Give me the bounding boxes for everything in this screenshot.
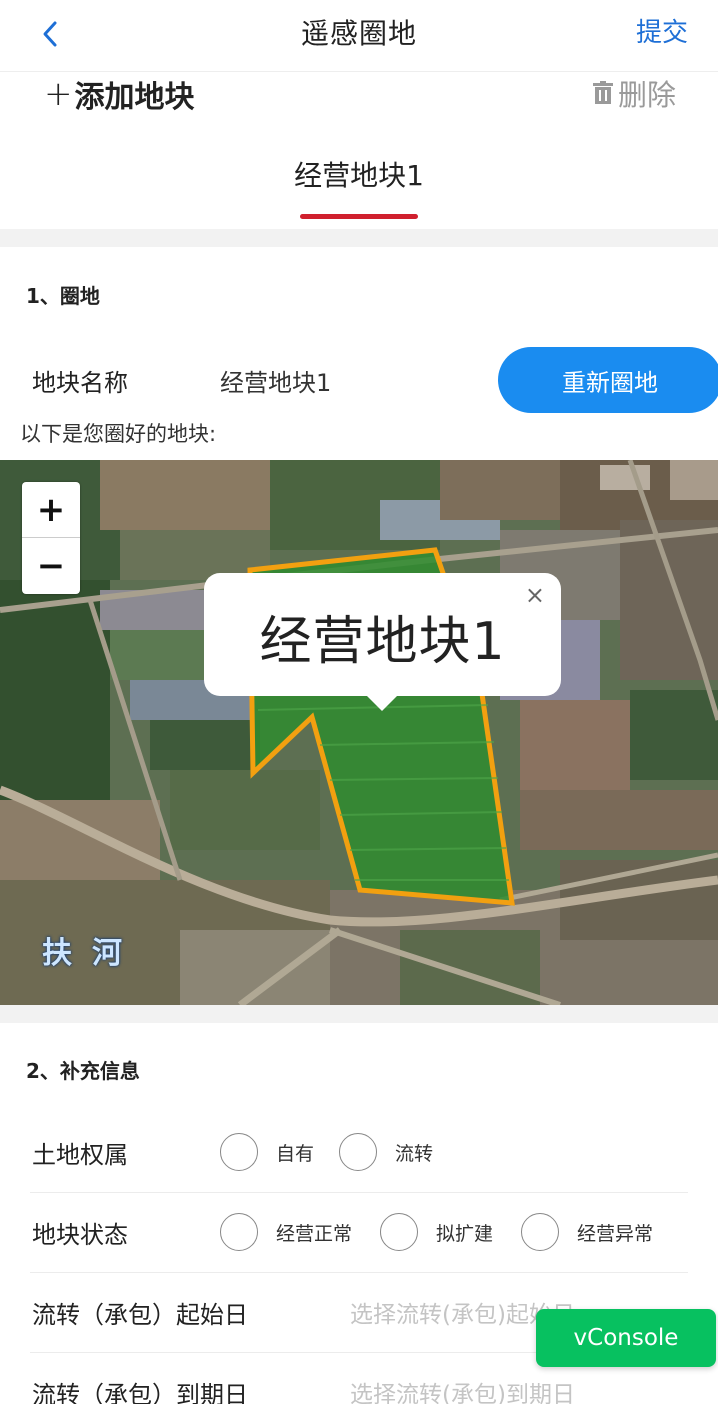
radio-icon[interactable] — [220, 1133, 258, 1171]
plot-actions: + 添加地块 删除 — [0, 72, 718, 132]
plot-name-value: 经营地块1 — [220, 369, 332, 397]
ownership-row: 土地权属 自有 流转 — [30, 1113, 688, 1193]
end-date-picker[interactable]: 选择流转(承包)到期日 — [350, 1375, 575, 1404]
status-option-abnormal[interactable]: 经营异常 — [521, 1213, 653, 1251]
add-plot-button[interactable]: + 添加地块 — [44, 72, 195, 116]
ownership-option-own[interactable]: 自有 — [220, 1133, 314, 1171]
river-label: 扶河 — [42, 936, 142, 971]
radio-label: 流转 — [395, 1142, 434, 1165]
trash-icon — [592, 81, 613, 104]
section-divider — [0, 229, 718, 247]
page-title: 遥感圈地 — [300, 17, 417, 50]
nav-bar: 遥感圈地 提交 — [0, 0, 718, 72]
ownership-label: 土地权属 — [32, 1141, 128, 1169]
popup-plot-name: 经营地块1 — [259, 612, 506, 672]
status-option-expand[interactable]: 拟扩建 — [380, 1213, 493, 1251]
radio-label: 自有 — [276, 1142, 315, 1165]
add-plot-label: 添加地块 — [74, 80, 195, 115]
redraw-button[interactable]: 重新圈地 — [498, 347, 718, 413]
radio-icon[interactable] — [339, 1133, 377, 1171]
radio-label: 经营异常 — [577, 1222, 654, 1245]
section-title-draw: 1、圈地 — [26, 284, 100, 308]
zoom-control: + − — [22, 482, 80, 594]
popup-pointer — [364, 693, 400, 711]
delete-plot-label: 删除 — [617, 78, 676, 112]
satellite-imagery — [0, 460, 718, 1005]
section-divider — [0, 1005, 718, 1023]
plot-popup: 经营地块1 × — [204, 573, 561, 711]
radio-icon[interactable] — [380, 1213, 418, 1251]
status-option-normal[interactable]: 经营正常 — [220, 1213, 352, 1251]
satellite-map[interactable]: + − 经营地块1 × 扶河 — [0, 460, 718, 1005]
radio-icon[interactable] — [521, 1213, 559, 1251]
tab-plot-1[interactable]: 经营地块1 — [0, 154, 718, 194]
zoom-in-button[interactable]: + — [22, 482, 80, 538]
section-title-info: 2、补充信息 — [26, 1059, 140, 1083]
radio-icon[interactable] — [220, 1213, 258, 1251]
radio-label: 拟扩建 — [436, 1222, 494, 1245]
radio-label: 经营正常 — [276, 1222, 353, 1245]
status-row: 地块状态 经营正常 拟扩建 经营异常 — [30, 1193, 688, 1273]
ownership-option-transfer[interactable]: 流转 — [339, 1133, 433, 1171]
plus-icon: + — [44, 74, 73, 114]
map-hint: 以下是您圈好的地块: — [20, 422, 217, 446]
vconsole-button[interactable]: vConsole — [536, 1309, 716, 1367]
plot-tabs: 经营地块1 — [0, 140, 718, 228]
submit-button[interactable]: 提交 — [636, 12, 688, 49]
delete-plot-button[interactable]: 删除 — [592, 72, 676, 114]
plot-name-label: 地块名称 — [32, 369, 128, 397]
active-tab-indicator — [300, 214, 418, 219]
status-label: 地块状态 — [32, 1221, 128, 1249]
end-date-label: 流转（承包）到期日 — [32, 1381, 248, 1404]
start-date-label: 流转（承包）起始日 — [32, 1301, 248, 1329]
popup-close-icon[interactable]: × — [525, 581, 545, 609]
zoom-out-button[interactable]: − — [22, 538, 80, 594]
